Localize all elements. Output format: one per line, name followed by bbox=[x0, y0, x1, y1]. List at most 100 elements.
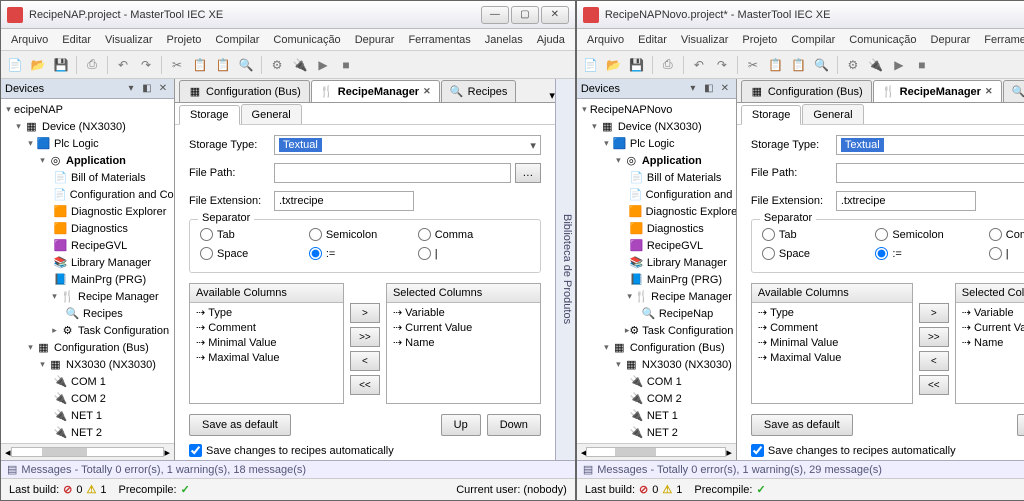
editor-tabs[interactable]: ▦Configuration (Bus) 🍴RecipeManager✕ 🔍Re… bbox=[175, 79, 555, 103]
tree-item[interactable]: Diagnostics bbox=[647, 223, 704, 235]
tree-nx[interactable]: NX3030 (NX3030) bbox=[642, 359, 732, 371]
move-all-left-button[interactable]: << bbox=[350, 375, 380, 395]
storage-type-dropdown[interactable]: Textual bbox=[274, 135, 541, 155]
new-icon[interactable]: 📄 bbox=[581, 55, 601, 75]
print-icon[interactable]: ⎙ bbox=[658, 55, 678, 75]
menu-comunicacao[interactable]: Comunicação bbox=[267, 32, 346, 48]
tree-item[interactable]: Bill of Materials bbox=[647, 172, 722, 184]
menu-visualizar[interactable]: Visualizar bbox=[675, 32, 735, 48]
panel-dropdown-icon[interactable]: ▾ bbox=[124, 82, 138, 96]
selected-columns[interactable]: Selected Columns ⇢Variable ⇢Current Valu… bbox=[955, 283, 1024, 404]
tree-item[interactable]: Configuration and Consump bbox=[70, 189, 174, 201]
product-library-sidebar[interactable]: Biblioteca de Produtos bbox=[555, 79, 575, 460]
tree-item[interactable]: Configuration and Consump bbox=[646, 189, 736, 201]
sep-space[interactable]: Space bbox=[762, 247, 875, 260]
paste-icon[interactable]: 📋 bbox=[789, 55, 809, 75]
build-icon[interactable]: ⚙ bbox=[843, 55, 863, 75]
move-left-button[interactable]: < bbox=[350, 351, 380, 371]
tab-recipenap[interactable]: 🔍RecipeNap bbox=[1003, 80, 1024, 102]
file-path-input[interactable] bbox=[836, 163, 1024, 183]
maximize-button[interactable]: ▢ bbox=[511, 6, 539, 24]
tab-close-icon[interactable]: ✕ bbox=[423, 86, 431, 97]
tree-item[interactable]: MainPrg (PRG) bbox=[71, 274, 146, 286]
tree-hscroll[interactable]: ◂▸ bbox=[577, 443, 736, 460]
list-item[interactable]: ⇢Maximal Value bbox=[194, 350, 339, 365]
list-item[interactable]: ⇢Current Value bbox=[960, 320, 1024, 335]
list-item[interactable]: ⇢Type bbox=[756, 305, 908, 320]
cut-icon[interactable]: ✂ bbox=[167, 55, 187, 75]
redo-icon[interactable]: ↷ bbox=[136, 55, 156, 75]
tree-cfg[interactable]: Configuration (Bus) bbox=[54, 342, 149, 354]
menubar[interactable]: Arquivo Editar Visualizar Projeto Compil… bbox=[577, 29, 1024, 51]
messages-bar[interactable]: ▤Messages - Totally 0 error(s), 1 warnin… bbox=[1, 460, 575, 478]
tree-item[interactable]: MainPrg (PRG) bbox=[647, 274, 722, 286]
subtab-general[interactable]: General bbox=[241, 104, 302, 124]
menu-depurar[interactable]: Depurar bbox=[349, 32, 401, 48]
tab-recipes[interactable]: 🔍Recipes bbox=[441, 80, 517, 102]
find-icon[interactable]: 🔍 bbox=[236, 55, 256, 75]
tree-port[interactable]: COM 2 bbox=[71, 393, 106, 405]
tree-root[interactable]: RecipeNAPNovo bbox=[590, 104, 673, 116]
browse-button[interactable]: … bbox=[515, 163, 541, 183]
list-item[interactable]: ⇢Comment bbox=[194, 320, 339, 335]
file-path-input[interactable] bbox=[274, 163, 511, 183]
tree-cfg[interactable]: Configuration (Bus) bbox=[630, 342, 725, 354]
file-ext-input[interactable] bbox=[274, 191, 414, 211]
list-item[interactable]: ⇢Minimal Value bbox=[194, 335, 339, 350]
undo-icon[interactable]: ↶ bbox=[689, 55, 709, 75]
copy-icon[interactable]: 📋 bbox=[190, 55, 210, 75]
list-item[interactable]: ⇢Name bbox=[391, 335, 536, 350]
tree-port[interactable]: NET 2 bbox=[71, 427, 102, 439]
stop-icon[interactable]: ■ bbox=[336, 55, 356, 75]
tree-item[interactable]: Recipes bbox=[83, 308, 123, 320]
save-default-button[interactable]: Save as default bbox=[189, 414, 291, 436]
auto-save-checkbox[interactable]: Save changes to recipes automatically bbox=[189, 444, 541, 457]
tree-port[interactable]: COM 2 bbox=[647, 393, 682, 405]
run-icon[interactable]: ▶ bbox=[313, 55, 333, 75]
auto-save-checkbox[interactable]: Save changes to recipes automatically bbox=[751, 444, 1024, 457]
tree-item[interactable]: Diagnostics bbox=[71, 223, 128, 235]
move-all-right-button[interactable]: >> bbox=[350, 327, 380, 347]
tree-device[interactable]: Device (NX3030) bbox=[618, 121, 702, 133]
tab-recipemanager[interactable]: 🍴RecipeManager✕ bbox=[311, 80, 440, 102]
list-item[interactable]: ⇢Variable bbox=[960, 305, 1024, 320]
tree-item[interactable]: Diagnostic Explorer bbox=[646, 206, 736, 218]
sep-pipe[interactable]: | bbox=[418, 247, 527, 260]
messages-bar[interactable]: ▤Messages - Totally 0 error(s), 1 warnin… bbox=[577, 460, 1024, 478]
move-all-right-button[interactable]: >> bbox=[919, 327, 949, 347]
tab-configuration[interactable]: ▦Configuration (Bus) bbox=[179, 80, 310, 102]
tree-port[interactable]: COM 1 bbox=[647, 376, 682, 388]
menu-compilar[interactable]: Compilar bbox=[209, 32, 265, 48]
sep-semicolon[interactable]: Semicolon bbox=[875, 228, 988, 241]
undo-icon[interactable]: ↶ bbox=[113, 55, 133, 75]
menu-arquivo[interactable]: Arquivo bbox=[5, 32, 54, 48]
save-icon[interactable]: 💾 bbox=[51, 55, 71, 75]
build-icon[interactable]: ⚙ bbox=[267, 55, 287, 75]
devices-header[interactable]: Devices ▾ ◧ ✕ bbox=[1, 79, 174, 99]
copy-icon[interactable]: 📋 bbox=[766, 55, 786, 75]
close-button[interactable]: ✕ bbox=[541, 6, 569, 24]
tree-device[interactable]: Device (NX3030) bbox=[42, 121, 126, 133]
paste-icon[interactable]: 📋 bbox=[213, 55, 233, 75]
panel-close-icon[interactable]: ✕ bbox=[156, 82, 170, 96]
tree-app[interactable]: Application bbox=[642, 155, 702, 167]
menu-ajuda[interactable]: Ajuda bbox=[531, 32, 571, 48]
tree-plc[interactable]: Plc Logic bbox=[54, 138, 99, 150]
sep-pipe[interactable]: | bbox=[989, 247, 1024, 260]
tree-hscroll[interactable]: ◂▸ bbox=[1, 443, 174, 460]
menu-compilar[interactable]: Compilar bbox=[785, 32, 841, 48]
list-item[interactable]: ⇢Variable bbox=[391, 305, 536, 320]
list-item[interactable]: ⇢Maximal Value bbox=[756, 350, 908, 365]
new-icon[interactable]: 📄 bbox=[5, 55, 25, 75]
cut-icon[interactable]: ✂ bbox=[743, 55, 763, 75]
up-button[interactable]: Up bbox=[1017, 414, 1024, 436]
move-all-left-button[interactable]: << bbox=[919, 375, 949, 395]
open-icon[interactable]: 📂 bbox=[604, 55, 624, 75]
selected-columns[interactable]: Selected Columns ⇢Variable ⇢Current Valu… bbox=[386, 283, 541, 404]
panel-close-icon[interactable]: ✕ bbox=[718, 82, 732, 96]
list-item[interactable]: ⇢Minimal Value bbox=[756, 335, 908, 350]
tree-port[interactable]: NET 1 bbox=[647, 410, 678, 422]
tree-app[interactable]: Application bbox=[66, 155, 126, 167]
down-button[interactable]: Down bbox=[487, 414, 541, 436]
minimize-button[interactable]: — bbox=[481, 6, 509, 24]
